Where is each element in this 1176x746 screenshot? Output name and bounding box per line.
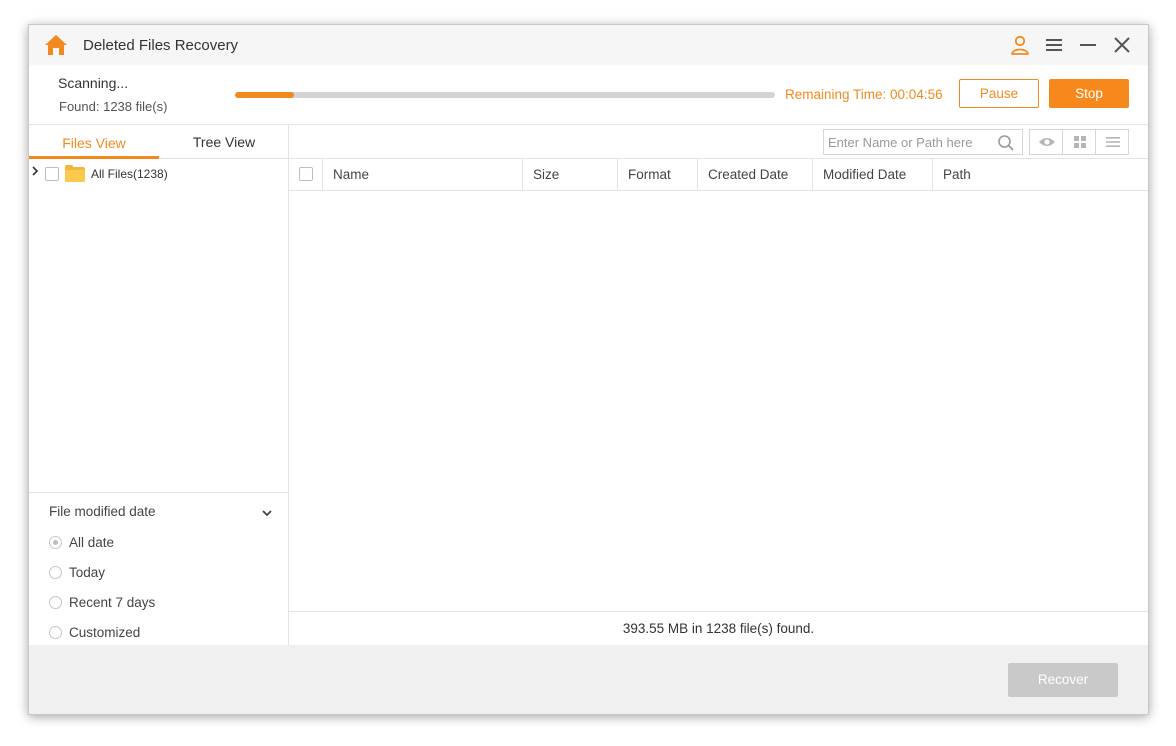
title-bar: Deleted Files Recovery (29, 25, 1148, 65)
search-icon[interactable] (997, 134, 1015, 152)
home-icon[interactable] (43, 33, 69, 57)
left-panel: Files View Tree View All Files(1238) Fil… (29, 125, 289, 645)
search-input[interactable] (824, 130, 994, 154)
file-table-body (289, 191, 1148, 611)
scan-progress-area: Scanning... Found: 1238 file(s) Remainin… (29, 65, 1148, 125)
app-title: Deleted Files Recovery (83, 37, 239, 54)
tab-tree-view[interactable]: Tree View (159, 125, 289, 159)
remaining-time: Remaining Time: 00:04:56 (785, 87, 943, 102)
column-modified-date[interactable]: Modified Date (812, 159, 932, 190)
chevron-down-icon[interactable] (261, 505, 273, 517)
date-filter: File modified date All date Today Recent… (29, 492, 289, 645)
view-tabs: Files View Tree View (29, 125, 289, 159)
view-mode-group (1029, 129, 1129, 155)
radio-label: Recent 7 days (69, 595, 156, 610)
radio-customized[interactable] (49, 626, 62, 639)
eye-icon[interactable] (1030, 130, 1063, 154)
list-icon[interactable] (1096, 130, 1129, 154)
tree-item-all-files[interactable]: All Files(1238) (29, 162, 289, 186)
scan-status: Scanning... (58, 75, 129, 91)
bottom-bar: Recover (29, 645, 1148, 714)
close-icon[interactable] (1111, 34, 1133, 56)
column-size[interactable]: Size (522, 159, 617, 190)
chevron-right-icon[interactable] (31, 166, 39, 179)
radio-all-date[interactable] (49, 536, 62, 549)
app-window: Deleted Files Recovery Scanning... Found… (28, 24, 1149, 715)
stop-button[interactable]: Stop (1049, 79, 1129, 108)
list-toolbar (289, 125, 1148, 159)
folder-icon (64, 164, 86, 183)
filter-title: File modified date (49, 504, 156, 519)
column-name[interactable]: Name (322, 159, 522, 190)
tab-files-view[interactable]: Files View (29, 125, 159, 159)
radio-today[interactable] (49, 566, 62, 579)
grid-icon[interactable] (1063, 130, 1096, 154)
search-box (823, 129, 1023, 155)
radio-label: All date (69, 535, 115, 550)
table-header: Name Size Format Created Date Modified D… (289, 159, 1148, 191)
column-created-date[interactable]: Created Date (697, 159, 812, 190)
radio-recent-7-days[interactable] (49, 596, 62, 609)
menu-icon[interactable] (1043, 34, 1065, 56)
column-path[interactable]: Path (932, 159, 1148, 190)
minimize-icon[interactable] (1077, 34, 1099, 56)
recover-button[interactable]: Recover (1008, 663, 1118, 697)
pause-button[interactable]: Pause (959, 79, 1039, 108)
file-list-panel: Name Size Format Created Date Modified D… (289, 125, 1148, 645)
column-format[interactable]: Format (617, 159, 697, 190)
scan-progress-bar (235, 92, 775, 98)
scan-progress-fill (235, 92, 295, 98)
select-all-checkbox[interactable] (299, 167, 313, 181)
radio-label: Today (69, 565, 106, 580)
user-icon[interactable] (1009, 34, 1031, 56)
header-checkbox-cell (289, 159, 322, 190)
tree-item-label: All Files(1238) (91, 167, 168, 181)
results-status: 393.55 MB in 1238 file(s) found. (289, 611, 1148, 645)
all-files-checkbox[interactable] (45, 167, 59, 181)
found-count: Found: 1238 file(s) (59, 99, 168, 114)
radio-label: Customized (69, 625, 141, 640)
